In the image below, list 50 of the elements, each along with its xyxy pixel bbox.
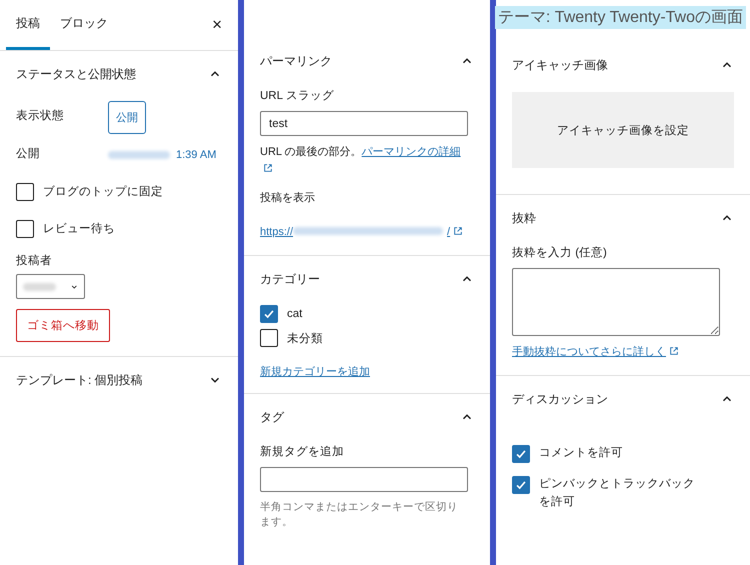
section-title: 抜粋 — [512, 210, 536, 226]
checkbox[interactable] — [512, 476, 530, 494]
trash-button[interactable]: ゴミ箱へ移動 — [16, 309, 110, 342]
external-link-icon — [669, 346, 679, 356]
close-button[interactable]: × — [202, 15, 232, 35]
author-select[interactable] — [16, 274, 85, 299]
help-text: URL の最後の部分。 — [260, 146, 362, 158]
excerpt-field[interactable] — [512, 268, 720, 336]
section-title: パーマリンク — [260, 52, 332, 70]
set-featured-image-button[interactable]: アイキャッチ画像を設定 — [512, 92, 734, 168]
post-link[interactable]: / — [447, 226, 450, 238]
external-link-icon — [263, 163, 273, 173]
checkbox-label: 未分類 — [287, 332, 323, 346]
field-label: 抜粋を入力 (任意) — [512, 246, 607, 260]
section-title: アイキャッチ画像 — [512, 56, 608, 74]
checkbox-label: cat — [287, 308, 302, 320]
tag-field[interactable] — [260, 467, 468, 492]
checkbox-label: コメントを許可 — [539, 446, 624, 461]
redacted-text — [108, 151, 170, 159]
sidebar-tab[interactable]: 投稿 — [6, 0, 50, 50]
sidebar-tab[interactable]: ブロック — [50, 0, 118, 50]
add-category-link[interactable]: 新規カテゴリーを追加 — [260, 364, 370, 379]
field-label: 新規タグを追加 — [260, 444, 344, 459]
caption: テーマ: Twenty Twenty-Twoの画面 — [494, 6, 746, 29]
checkbox[interactable] — [260, 305, 278, 323]
section-title: タグ — [260, 408, 284, 426]
checkbox[interactable] — [16, 182, 34, 200]
section-title: カテゴリー — [260, 270, 320, 288]
checkbox-label: ピンバックとトラックバックを許可 — [539, 477, 696, 510]
publish-time-link[interactable]: 1:39 AM — [176, 149, 216, 161]
permalink-help-link[interactable]: パーマリンクの詳細 — [362, 146, 461, 158]
section-title: テンプレート: 個別投稿 — [16, 372, 143, 388]
field-label: 表示状態 — [16, 108, 65, 122]
field-label: 公開 — [16, 146, 41, 160]
section-title: ディスカッション — [512, 390, 608, 408]
external-link-icon — [453, 226, 464, 236]
checkbox[interactable] — [512, 445, 530, 463]
checkbox-label: レビュー待ち — [43, 222, 115, 236]
checkbox[interactable] — [16, 220, 34, 238]
field-label: URL スラッグ — [260, 89, 334, 103]
visibility-button[interactable]: 公開 — [108, 100, 146, 134]
help-text: 半角コンマまたはエンターキーで区切ります。 — [260, 500, 459, 530]
checkbox[interactable] — [260, 329, 278, 347]
post-link[interactable]: https:// — [260, 226, 294, 238]
section-title: ステータスと公開状態 — [16, 66, 136, 82]
slug-field[interactable]: test — [260, 111, 468, 136]
field-label: 投稿を表示 — [260, 191, 315, 205]
checkbox-label: ブログのトップに固定 — [43, 184, 163, 199]
excerpt-help-link[interactable]: 手動抜粋についてさらに詳しく — [512, 346, 666, 358]
field-label: 投稿者 — [16, 254, 52, 268]
